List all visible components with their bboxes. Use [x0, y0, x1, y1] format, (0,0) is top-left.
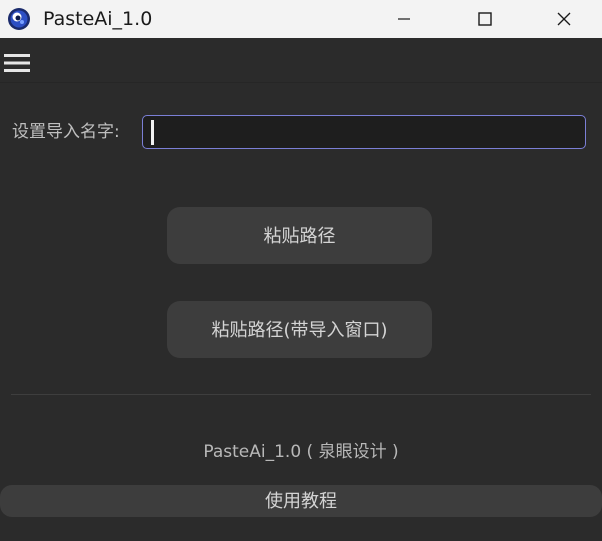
paste-path-with-window-button[interactable]: 粘贴路径(带导入窗口) — [167, 301, 432, 358]
maximize-button[interactable] — [445, 0, 525, 38]
app-window: PasteAi_1.0 设置导入名字: 粘贴路径 粘贴路径(带导入窗口) Pas… — [0, 0, 602, 541]
menu-bar — [0, 44, 602, 83]
title-bar[interactable]: PasteAi_1.0 — [0, 0, 602, 38]
close-button[interactable] — [526, 0, 602, 38]
app-logo-icon — [8, 8, 30, 30]
import-name-label: 设置导入名字: — [12, 122, 120, 142]
import-name-input[interactable] — [142, 115, 586, 149]
hamburger-menu-icon[interactable] — [4, 52, 30, 74]
maximize-icon — [478, 12, 492, 26]
text-caret — [151, 120, 154, 145]
minimize-icon — [398, 18, 410, 20]
divider — [11, 394, 591, 395]
close-icon — [557, 12, 571, 26]
window-title: PasteAi_1.0 — [43, 8, 153, 30]
credit-text: PasteAi_1.0 ( 泉眼设计 ) — [203, 442, 399, 462]
minimize-button[interactable] — [364, 0, 444, 38]
paste-path-button[interactable]: 粘贴路径 — [167, 207, 432, 264]
tutorial-button[interactable]: 使用教程 — [0, 485, 602, 517]
